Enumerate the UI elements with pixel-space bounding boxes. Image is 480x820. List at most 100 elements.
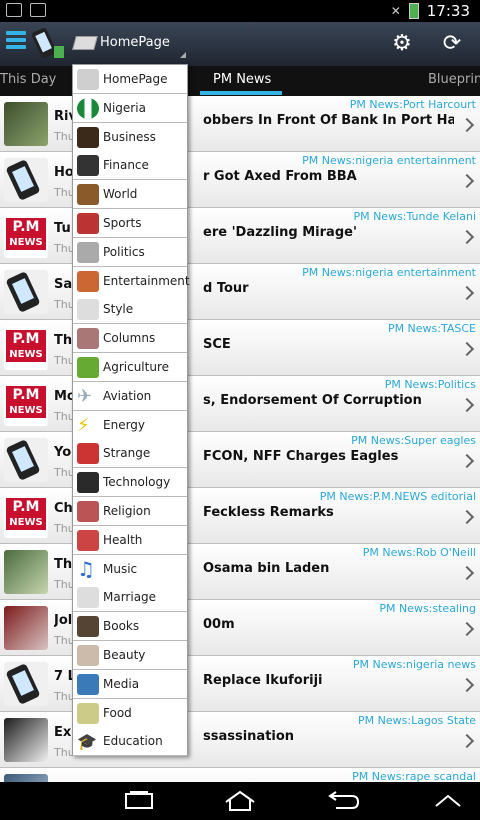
- menu-item-label: Energy: [103, 417, 146, 432]
- battery-icon: [408, 3, 419, 19]
- menu-item-health[interactable]: Health: [73, 525, 187, 555]
- category-dropdown: HomePage Nigeria Business Finance World Sport…: [72, 64, 190, 757]
- menu-item-beauty[interactable]: Beauty: [73, 641, 187, 670]
- menu-item-label: Finance: [103, 158, 149, 173]
- menu-item-label: Books: [103, 619, 140, 634]
- mute-icon: ✕: [390, 4, 401, 18]
- menu-item-technology[interactable]: Technology: [73, 468, 187, 498]
- news-title-end: Osama bin Laden: [203, 561, 330, 576]
- recent-apps-button[interactable]: [120, 790, 160, 812]
- books-icon: [77, 616, 99, 638]
- news-title-end: 00m: [203, 617, 235, 632]
- news-title-start: Chi: [54, 501, 72, 516]
- pm-logo-top: P.M: [6, 498, 46, 516]
- settings-gear-icon[interactable]: ⚙: [390, 32, 414, 56]
- action-bar: HomePage ⚙ ⟳: [0, 22, 480, 66]
- menu-item-columns[interactable]: Columns: [73, 324, 187, 354]
- menu-item-label: Agriculture: [103, 360, 169, 374]
- menu-item-nigeria[interactable]: Nigeria: [73, 93, 187, 123]
- menu-item-strange[interactable]: Strange: [73, 439, 187, 469]
- app-logo: [28, 26, 68, 62]
- capitol-icon: [77, 241, 99, 263]
- menu-item-music[interactable]: ♫ Music: [73, 554, 187, 584]
- image-notification-icon: [30, 3, 46, 17]
- menu-item-label: Strange: [103, 446, 151, 461]
- news-source: PM News:Politics: [384, 378, 476, 391]
- news-source: PM News:stealing: [379, 602, 476, 615]
- menu-item-politics[interactable]: Politics: [73, 237, 187, 267]
- menu-item-aviation[interactable]: ✈ Aviation: [73, 381, 187, 411]
- menu-item-homepage[interactable]: HomePage: [73, 65, 187, 94]
- menu-item-food[interactable]: Food: [73, 698, 187, 728]
- news-source: PM News:Tunde Kelani: [353, 210, 476, 223]
- menu-item-world[interactable]: World: [73, 180, 187, 210]
- menu-item-style[interactable]: Style: [73, 295, 187, 325]
- menu-item-books[interactable]: Books: [73, 612, 187, 642]
- chip-icon: [77, 472, 99, 494]
- pm-logo-bottom: NEWS: [6, 516, 46, 530]
- news-title-start: Th: [54, 557, 72, 572]
- chevron-right-icon: [459, 285, 475, 301]
- tab-blueprint[interactable]: Blueprint: [428, 72, 480, 87]
- menu-item-religion[interactable]: Religion: [73, 497, 187, 526]
- category-spinner[interactable]: HomePage: [72, 28, 186, 60]
- spinner-label: HomePage: [100, 35, 170, 50]
- menu-item-label: World: [103, 187, 138, 202]
- news-thumbnail: [4, 774, 48, 782]
- news-source: PM News:Rob O'Neill: [362, 546, 476, 559]
- menu-item-sports[interactable]: Sports: [73, 209, 187, 238]
- status-time: 17:33: [426, 2, 470, 20]
- menu-item-agriculture[interactable]: Agriculture: [73, 353, 187, 382]
- news-title-start: Yo: [54, 445, 72, 460]
- film-icon: [77, 270, 99, 292]
- shoe-icon: [77, 299, 99, 321]
- tab-this-day[interactable]: This Day: [0, 72, 56, 87]
- news-title-start: Mo: [54, 389, 72, 404]
- news-row[interactable]: PM News:rape scandal: [0, 768, 480, 782]
- refresh-icon[interactable]: ⟳: [440, 32, 464, 56]
- pm-logo-bottom: NEWS: [6, 404, 46, 418]
- health-icon: [77, 529, 99, 551]
- active-tab-indicator: [200, 91, 282, 95]
- pm-logo-bottom: NEWS: [6, 348, 46, 362]
- people-icon: [77, 328, 99, 350]
- pm-logo-top: P.M: [6, 386, 46, 404]
- music-note-icon: ♫: [77, 556, 95, 581]
- pm-logo-bottom: NEWS: [6, 236, 46, 250]
- news-title-end: s, Endorsement Of Corruption: [203, 393, 422, 408]
- menu-item-energy[interactable]: ⚡ Energy: [73, 410, 187, 440]
- menu-item-label: Business: [103, 129, 156, 144]
- notification-icons: [6, 3, 46, 17]
- menu-item-education[interactable]: 🎓 Education: [73, 727, 187, 757]
- news-title-start: Ho: [54, 165, 72, 180]
- news-thumbnail: P.M NEWS: [4, 494, 48, 538]
- menu-item-finance[interactable]: Finance: [73, 151, 187, 181]
- menu-item-label: Technology: [103, 475, 171, 490]
- menu-item-label: Columns: [103, 331, 156, 346]
- news-thumbnail: [4, 270, 48, 314]
- menu-item-marriage[interactable]: Marriage: [73, 583, 187, 613]
- food-icon: [77, 702, 99, 724]
- news-title-end: obbers In Front Of Bank In Port Harcourt: [203, 113, 454, 128]
- tab-pm-news[interactable]: PM News: [213, 72, 271, 87]
- menu-drawer-icon[interactable]: [6, 31, 26, 53]
- news-source: PM News:Port Harcourt: [349, 98, 476, 111]
- menu-item-media[interactable]: Media: [73, 669, 187, 699]
- airplane-icon: ✈: [77, 385, 93, 407]
- menu-item-business[interactable]: Business: [73, 122, 187, 152]
- back-button[interactable]: [322, 790, 362, 812]
- chevron-right-icon: [459, 733, 475, 749]
- book-icon: [77, 69, 99, 90]
- chevron-right-icon: [459, 173, 475, 189]
- home-button[interactable]: [220, 790, 260, 812]
- chevron-right-icon: [459, 229, 475, 245]
- hide-keyboard-button[interactable]: [428, 790, 468, 812]
- media-icon: [77, 673, 99, 695]
- news-source: PM News:nigeria entertainment: [302, 154, 476, 167]
- news-title-end: Replace Ikuforiji: [203, 673, 323, 688]
- nigeria-flag-icon: [77, 97, 99, 119]
- news-thumbnail: [4, 606, 48, 650]
- news-source: PM News:rape scandal: [352, 770, 476, 782]
- menu-item-entertainment[interactable]: Entertainment: [73, 266, 190, 296]
- news-title-end: ssassination: [203, 729, 295, 744]
